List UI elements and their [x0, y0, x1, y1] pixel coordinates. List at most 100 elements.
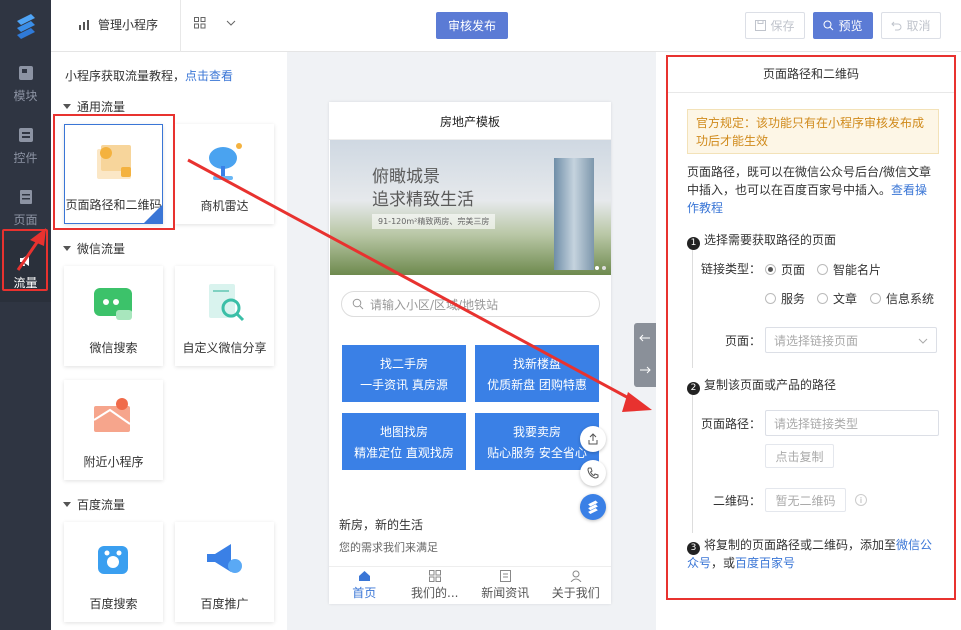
preview-button[interactable]: 预览	[813, 12, 873, 39]
carousel-dot[interactable]	[595, 266, 599, 270]
preview-label: 预览	[838, 19, 863, 33]
section-general[interactable]: 通用流量	[63, 98, 125, 115]
tab-about[interactable]: 关于我们	[541, 567, 612, 604]
redo-arrow-icon	[640, 366, 651, 374]
btn-sub: 贴心服务 安全省心	[487, 445, 587, 460]
nav-label: 控件	[13, 150, 38, 165]
hero-banner[interactable]: 俯瞰城景 追求精致生活 91-120m²精致两房、完美三房	[330, 140, 611, 275]
card-label: 自定义微信分享	[182, 341, 267, 355]
share-icon	[588, 433, 598, 445]
undo-label: 取消	[906, 19, 931, 33]
module-icon	[18, 65, 33, 80]
annotation-highlight	[53, 114, 175, 230]
caret-down-icon	[63, 502, 71, 507]
search-bar[interactable]: 请输入小区/区域/地铁站	[341, 291, 600, 317]
tab-about-us-group[interactable]: 我们的...	[400, 567, 471, 604]
map-pin-icon	[93, 398, 131, 432]
caret-down-icon	[63, 104, 71, 109]
tab-label: 关于我们	[551, 586, 600, 600]
grid-icon	[194, 17, 206, 29]
left-nav: 模块 控件 页面 流量	[0, 52, 51, 630]
btn-second-hand[interactable]: 找二手房 一手资讯 真房源	[342, 345, 466, 402]
baidu-paw-icon	[98, 546, 128, 574]
btn-sub: 一手资讯 真房源	[360, 377, 448, 392]
control-icon	[18, 127, 33, 142]
user-icon	[570, 570, 582, 582]
logo-icon	[16, 14, 35, 39]
home-icon	[358, 571, 370, 581]
page-title: 房地产模板	[329, 102, 611, 140]
section-baidu[interactable]: 百度流量	[63, 496, 125, 513]
nav-item-module[interactable]: 模块	[0, 54, 51, 114]
megaphone-promo-icon	[207, 544, 242, 573]
card-custom-wechat-share[interactable]: 自定义微信分享	[175, 266, 274, 366]
btn-map-search[interactable]: 地图找房 精准定位 直观找房	[342, 413, 466, 470]
logo-icon	[588, 500, 598, 514]
caret-down-icon	[63, 246, 71, 251]
banner-line2: 追求精致生活	[372, 190, 474, 210]
section-title: 微信流量	[77, 242, 126, 256]
radar-dish-icon	[209, 143, 242, 180]
btn-title: 我要卖房	[512, 424, 561, 439]
tab-label: 我们的...	[411, 586, 459, 600]
chevron-down-icon	[226, 20, 236, 26]
nav-label: 模块	[13, 88, 38, 103]
card-nearby-miniprogram[interactable]: 附近小程序	[64, 380, 163, 480]
btn-new-property[interactable]: 找新楼盘 优质新盘 团购特惠	[475, 345, 599, 402]
page-icon	[19, 189, 32, 204]
save-icon	[755, 20, 767, 31]
app-switcher[interactable]	[194, 17, 236, 29]
tab-news[interactable]: 新闻资讯	[470, 567, 541, 604]
tab-home[interactable]: 首页	[329, 567, 400, 604]
share-button[interactable]	[580, 426, 606, 452]
tab-label: 首页	[352, 586, 377, 600]
slogan-subtext: 您的需求我们来满足	[339, 541, 438, 554]
card-business-radar[interactable]: 商机雷达	[175, 124, 274, 224]
news-icon	[499, 570, 511, 582]
card-label: 商机雷达	[200, 199, 249, 213]
wechat-icon	[94, 288, 132, 320]
manage-miniprogram-link[interactable]: 管理小程序	[78, 16, 158, 33]
tower-image	[554, 158, 594, 270]
undo-button[interactable]: 取消	[881, 12, 941, 39]
phone-call-button[interactable]	[580, 460, 606, 486]
save-button[interactable]: 保存	[745, 12, 805, 39]
share-search-icon	[209, 284, 245, 322]
card-label: 微信搜索	[89, 341, 138, 355]
search-icon	[823, 20, 834, 31]
nav-item-control[interactable]: 控件	[0, 116, 51, 176]
save-label: 保存	[770, 19, 795, 33]
annotation-highlight	[2, 229, 48, 291]
annotation-highlight	[666, 55, 956, 600]
phone-icon	[587, 467, 599, 479]
tab-label: 新闻资讯	[481, 586, 530, 600]
annotation-arrowhead	[622, 392, 652, 412]
brand-float-button[interactable]	[580, 494, 606, 520]
publish-button[interactable]: 审核发布	[436, 12, 508, 39]
card-baidu-search[interactable]: 百度搜索	[64, 522, 163, 622]
phone-preview: 房地产模板 俯瞰城景 追求精致生活 91-120m²精致两房、完美三房 请输入小…	[329, 102, 611, 604]
tutorial-link[interactable]: 点击查看	[185, 69, 233, 83]
section-wechat[interactable]: 微信流量	[63, 240, 125, 257]
undo-arrow-icon	[639, 334, 650, 342]
search-placeholder: 请输入小区/区域/地铁站	[370, 297, 499, 312]
card-wechat-search[interactable]: 微信搜索	[64, 266, 163, 366]
tip-text: 小程序获取流量教程，	[65, 69, 186, 83]
header-divider	[180, 0, 181, 52]
tab-bar: 首页 我们的... 新闻资讯 关于我们	[329, 566, 611, 604]
card-label: 附近小程序	[83, 455, 144, 469]
card-label: 百度推广	[200, 597, 249, 611]
search-icon	[352, 298, 364, 310]
tutorial-tip: 小程序获取流量教程，点击查看	[65, 67, 233, 84]
undo-icon	[891, 21, 902, 31]
nav-label: 页面	[13, 212, 38, 227]
card-baidu-promotion[interactable]: 百度推广	[175, 522, 274, 622]
top-header: 管理小程序 审核发布 保存 预览 取消	[0, 0, 961, 52]
manage-label: 管理小程序	[98, 18, 159, 32]
panel-toggle[interactable]	[634, 323, 656, 387]
app-logo[interactable]	[0, 0, 51, 52]
btn-title: 找二手房	[379, 356, 428, 371]
btn-sub: 精准定位 直观找房	[354, 445, 454, 460]
section-title: 百度流量	[77, 498, 126, 512]
carousel-dot[interactable]	[602, 266, 606, 270]
